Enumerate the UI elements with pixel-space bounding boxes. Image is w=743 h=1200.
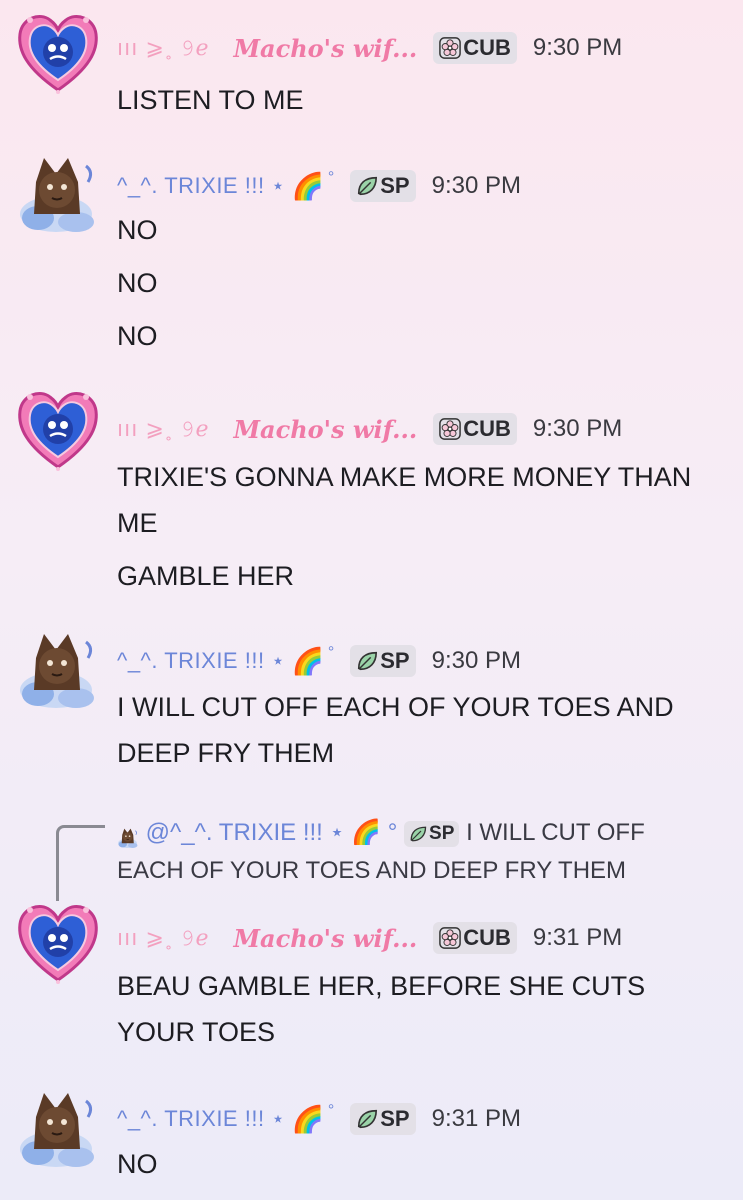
message-group — [16, 1087, 100, 1176]
timestamp: 9:31 PM — [431, 1105, 521, 1132]
timestamp: 9:30 PM — [532, 34, 623, 61]
username-prefix[interactable]: ııı ⩾˳ 𝟿ℯ — [117, 925, 209, 951]
timestamp: 9:30 PM — [431, 172, 521, 199]
username[interactable]: Macho's wif... — [233, 415, 417, 444]
role-tag[interactable]: SP — [350, 1103, 416, 1135]
leaf-icon — [356, 650, 378, 672]
message-group — [16, 152, 100, 241]
timestamp: 9:30 PM — [431, 647, 521, 674]
leaf-icon — [356, 175, 378, 197]
degree-symbol: ° — [327, 169, 335, 186]
message-group — [16, 900, 100, 989]
role-tag[interactable]: CUB — [433, 922, 517, 954]
timestamp: 9:31 PM — [532, 924, 623, 951]
reply-connector — [56, 825, 105, 901]
username-prefix[interactable]: ııı ⩾˳ 𝟿ℯ — [117, 35, 209, 61]
reply-preview[interactable]: @^_^. TRIXIE !!! ⋆ 🌈 ° SP I WILL CUT OFF… — [117, 814, 717, 890]
rainbow-icon: 🌈 — [291, 170, 324, 201]
role-tag: SP — [404, 820, 460, 847]
rainbow-icon: 🌈 — [291, 1103, 324, 1134]
leaf-icon — [409, 825, 427, 843]
degree-symbol: ° — [387, 819, 398, 846]
sakura-icon — [439, 37, 461, 59]
timestamp: 9:30 PM — [532, 415, 623, 442]
avatar[interactable] — [16, 1087, 100, 1171]
username-prefix[interactable]: ııı ⩾˳ 𝟿ℯ — [117, 416, 209, 442]
degree-symbol: ° — [327, 1102, 335, 1119]
message-header: ^_^. TRIXIE !!! ⋆ 🌈 ° SP 9:31 PM — [117, 1099, 521, 1139]
message-text: NO — [117, 268, 158, 298]
sakura-icon — [439, 418, 461, 440]
message-header: ııı ⩾˳ 𝟿ℯ Macho's wif... CUB 9:31 PM — [117, 918, 622, 958]
role-tag[interactable]: SP — [350, 170, 416, 202]
avatar[interactable] — [16, 10, 100, 94]
reply-avatar-icon — [117, 823, 139, 845]
username[interactable]: ^_^. TRIXIE !!! ⋆ — [117, 648, 285, 674]
message-text: LISTEN TO ME — [117, 85, 304, 115]
username[interactable]: Macho's wif... — [233, 924, 417, 953]
message-group — [16, 628, 100, 717]
sakura-icon — [439, 927, 461, 949]
message-group — [16, 387, 100, 476]
avatar[interactable] — [16, 628, 100, 712]
username[interactable]: ^_^. TRIXIE !!! ⋆ — [117, 173, 285, 199]
message-header: ııı ⩾˳ 𝟿ℯ Macho's wif... CUB 9:30 PM — [117, 28, 622, 68]
leaf-icon — [356, 1108, 378, 1130]
message-text: NO — [117, 215, 158, 245]
message-header: ııı ⩾˳ 𝟿ℯ Macho's wif... CUB 9:30 PM — [117, 409, 622, 449]
role-tag[interactable]: CUB — [433, 413, 517, 445]
rainbow-icon: 🌈 — [351, 819, 382, 846]
avatar[interactable] — [16, 900, 100, 984]
role-tag[interactable]: SP — [350, 645, 416, 677]
message-text: I WILL CUT OFF EACH OF YOUR TOES AND DEE… — [117, 692, 674, 768]
message-text: NO — [117, 321, 158, 351]
rainbow-icon: 🌈 — [291, 645, 324, 676]
username[interactable]: ^_^. TRIXIE !!! ⋆ — [117, 1106, 285, 1132]
reply-mention[interactable]: @^_^. TRIXIE !!! ⋆ — [146, 819, 345, 846]
message-text: NO — [117, 1149, 158, 1179]
message-header: ^_^. TRIXIE !!! ⋆ 🌈 ° SP 9:30 PM — [117, 166, 521, 206]
message-text: GAMBLE HER — [117, 561, 295, 591]
degree-symbol: ° — [327, 644, 335, 661]
avatar[interactable] — [16, 152, 100, 236]
username[interactable]: Macho's wif... — [233, 34, 417, 63]
message-group — [16, 10, 100, 99]
role-tag[interactable]: CUB — [433, 32, 517, 64]
message-text: TRIXIE'S GONNA MAKE MORE MONEY THAN ME — [117, 462, 692, 538]
message-text: BEAU GAMBLE HER, BEFORE SHE CUTS YOUR TO… — [117, 971, 646, 1047]
avatar[interactable] — [16, 387, 100, 471]
message-header: ^_^. TRIXIE !!! ⋆ 🌈 ° SP 9:30 PM — [117, 641, 521, 681]
